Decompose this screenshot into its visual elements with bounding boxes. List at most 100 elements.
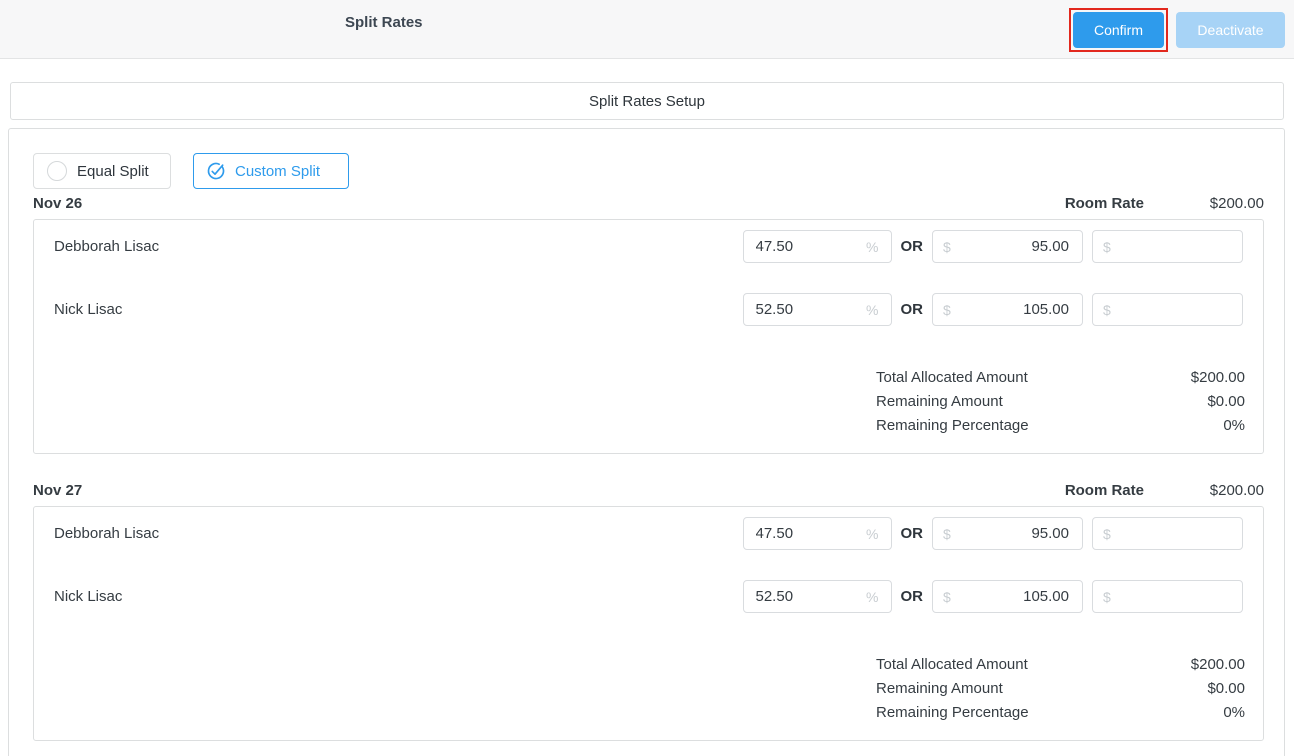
remaining-amount-row: Remaining Amount $0.00 bbox=[876, 389, 1245, 413]
setup-title: Split Rates Setup bbox=[589, 93, 705, 110]
day-box: Debborah Lisac % OR $ $ bbox=[33, 219, 1264, 454]
guest-inputs: % OR $ $ bbox=[743, 230, 1244, 263]
custom-split-option[interactable]: Custom Split bbox=[193, 153, 349, 189]
remaining-percentage-row: Remaining Percentage 0% bbox=[876, 700, 1245, 724]
percent-suffix: % bbox=[866, 302, 890, 318]
main-container: Equal Split Custom Split Nov 26 Room Rat… bbox=[8, 128, 1285, 756]
guest-inputs: % OR $ $ bbox=[743, 517, 1244, 550]
totals-block: Total Allocated Amount $200.00 Remaining… bbox=[876, 365, 1245, 437]
percent-field: % bbox=[743, 293, 892, 326]
remaining-amount-value: $0.00 bbox=[1207, 393, 1245, 410]
room-rate-label: Room Rate bbox=[1065, 195, 1144, 212]
or-label: OR bbox=[901, 238, 924, 255]
setup-title-box: Split Rates Setup bbox=[10, 82, 1284, 120]
guest-name: Nick Lisac bbox=[54, 301, 122, 318]
remaining-percentage-label: Remaining Percentage bbox=[876, 417, 1029, 434]
percent-input[interactable] bbox=[744, 525, 867, 542]
day-date: Nov 27 bbox=[33, 482, 82, 499]
remaining-percentage-value: 0% bbox=[1223, 704, 1245, 721]
topbar: Split Rates Confirm Deactivate bbox=[0, 0, 1294, 59]
amount-input[interactable] bbox=[951, 525, 1082, 542]
day-header: Nov 26 Room Rate $200.00 bbox=[33, 193, 1264, 213]
or-label: OR bbox=[901, 525, 924, 542]
guest-name: Nick Lisac bbox=[54, 588, 122, 605]
day-header: Nov 27 Room Rate $200.00 bbox=[33, 480, 1264, 500]
guest-row: Debborah Lisac % OR $ $ bbox=[34, 230, 1263, 263]
or-label: OR bbox=[901, 588, 924, 605]
remaining-percentage-row: Remaining Percentage 0% bbox=[876, 413, 1245, 437]
room-rate-label: Room Rate bbox=[1065, 482, 1144, 499]
percent-field: % bbox=[743, 230, 892, 263]
confirm-annotation-highlight: Confirm bbox=[1069, 8, 1168, 52]
radio-circle-icon bbox=[47, 161, 67, 181]
dollar-prefix: $ bbox=[933, 239, 951, 255]
equal-split-label: Equal Split bbox=[77, 163, 149, 180]
split-rates-page: Split Rates Confirm Deactivate Split Rat… bbox=[0, 0, 1294, 756]
guest-name: Debborah Lisac bbox=[54, 238, 159, 255]
percent-suffix: % bbox=[866, 239, 890, 255]
percent-field: % bbox=[743, 580, 892, 613]
room-rate-group: Room Rate $200.00 bbox=[1065, 195, 1264, 212]
amount-field: $ bbox=[932, 517, 1083, 550]
day-section-nov26: Nov 26 Room Rate $200.00 Debborah Lisac … bbox=[33, 193, 1264, 213]
room-rate-value: $200.00 bbox=[1144, 482, 1264, 499]
extra-amount-input[interactable] bbox=[1111, 588, 1242, 605]
extra-amount-input[interactable] bbox=[1111, 238, 1242, 255]
deactivate-button[interactable]: Deactivate bbox=[1176, 12, 1285, 48]
remaining-percentage-value: 0% bbox=[1223, 417, 1245, 434]
total-allocated-row: Total Allocated Amount $200.00 bbox=[876, 652, 1245, 676]
guest-row: Nick Lisac % OR $ $ bbox=[34, 580, 1263, 613]
guest-inputs: % OR $ $ bbox=[743, 580, 1244, 613]
extra-amount-field: $ bbox=[1092, 580, 1243, 613]
extra-amount-field: $ bbox=[1092, 517, 1243, 550]
guest-name: Debborah Lisac bbox=[54, 525, 159, 542]
guest-row: Debborah Lisac % OR $ $ bbox=[34, 517, 1263, 550]
remaining-amount-label: Remaining Amount bbox=[876, 393, 1003, 410]
remaining-amount-row: Remaining Amount $0.00 bbox=[876, 676, 1245, 700]
dollar-prefix: $ bbox=[1093, 302, 1111, 318]
total-allocated-value: $200.00 bbox=[1191, 656, 1245, 673]
amount-input[interactable] bbox=[951, 588, 1082, 605]
dollar-prefix: $ bbox=[933, 526, 951, 542]
day-date: Nov 26 bbox=[33, 195, 82, 212]
total-allocated-label: Total Allocated Amount bbox=[876, 656, 1028, 673]
confirm-button[interactable]: Confirm bbox=[1073, 12, 1164, 48]
extra-amount-field: $ bbox=[1092, 230, 1243, 263]
page-title: Split Rates bbox=[345, 14, 423, 31]
dollar-prefix: $ bbox=[933, 589, 951, 605]
remaining-percentage-label: Remaining Percentage bbox=[876, 704, 1029, 721]
dollar-prefix: $ bbox=[933, 302, 951, 318]
extra-amount-input[interactable] bbox=[1111, 525, 1242, 542]
custom-split-label: Custom Split bbox=[235, 163, 320, 180]
total-allocated-value: $200.00 bbox=[1191, 369, 1245, 386]
total-allocated-label: Total Allocated Amount bbox=[876, 369, 1028, 386]
or-label: OR bbox=[901, 301, 924, 318]
remaining-amount-value: $0.00 bbox=[1207, 680, 1245, 697]
percent-field: % bbox=[743, 517, 892, 550]
equal-split-option[interactable]: Equal Split bbox=[33, 153, 171, 189]
amount-input[interactable] bbox=[951, 238, 1082, 255]
totals-block: Total Allocated Amount $200.00 Remaining… bbox=[876, 652, 1245, 724]
guest-inputs: % OR $ $ bbox=[743, 293, 1244, 326]
check-circle-icon bbox=[206, 161, 226, 181]
remaining-amount-label: Remaining Amount bbox=[876, 680, 1003, 697]
percent-input[interactable] bbox=[744, 301, 867, 318]
day-box: Debborah Lisac % OR $ $ bbox=[33, 506, 1264, 741]
percent-suffix: % bbox=[866, 526, 890, 542]
percent-input[interactable] bbox=[744, 588, 867, 605]
amount-field: $ bbox=[932, 230, 1083, 263]
dollar-prefix: $ bbox=[1093, 526, 1111, 542]
amount-field: $ bbox=[932, 580, 1083, 613]
room-rate-group: Room Rate $200.00 bbox=[1065, 482, 1264, 499]
total-allocated-row: Total Allocated Amount $200.00 bbox=[876, 365, 1245, 389]
dollar-prefix: $ bbox=[1093, 239, 1111, 255]
extra-amount-field: $ bbox=[1092, 293, 1243, 326]
room-rate-value: $200.00 bbox=[1144, 195, 1264, 212]
percent-input[interactable] bbox=[744, 238, 867, 255]
day-section-nov27: Nov 27 Room Rate $200.00 Debborah Lisac … bbox=[33, 480, 1264, 500]
guest-row: Nick Lisac % OR $ $ bbox=[34, 293, 1263, 326]
amount-field: $ bbox=[932, 293, 1083, 326]
extra-amount-input[interactable] bbox=[1111, 301, 1242, 318]
dollar-prefix: $ bbox=[1093, 589, 1111, 605]
amount-input[interactable] bbox=[951, 301, 1082, 318]
